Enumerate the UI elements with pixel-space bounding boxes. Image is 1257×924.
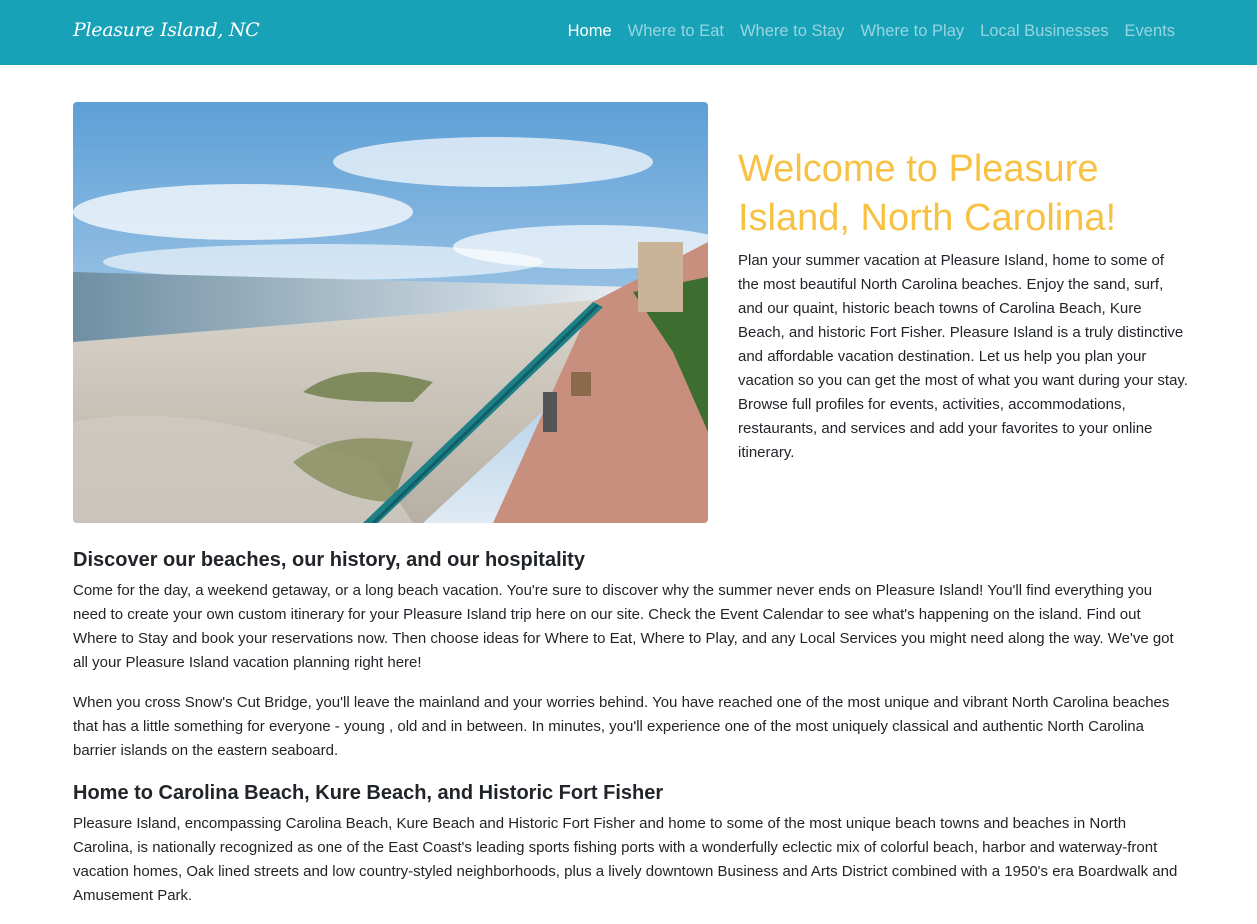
nav-link-events[interactable]: Events (1125, 22, 1175, 41)
main-content: Discover our beaches, our history, and o… (73, 546, 1185, 924)
discover-paragraph-2: When you cross Snow's Cut Bridge, you'll… (73, 694, 1170, 759)
navbar: Pleasure Island, NC Home Where to Eat Wh… (0, 0, 1257, 65)
nav-link-home[interactable]: Home (568, 22, 612, 41)
main-nav: Home Where to Eat Where to Stay Where to… (568, 22, 1175, 41)
page-title: Welcome to Pleasure Island, North Caroli… (738, 148, 1117, 239)
nav-link-where-to-eat[interactable]: Where to Eat (628, 22, 724, 41)
discover-paragraph-1: Come for the day, a weekend getaway, or … (73, 582, 1174, 671)
welcome-intro: Plan your summer vacation at Pleasure Is… (738, 252, 1188, 461)
nav-link-local-businesses[interactable]: Local Businesses (980, 22, 1108, 41)
hero-beach-image (73, 102, 708, 523)
section-heading-home: Home to Carolina Beach, Kure Beach, and … (73, 782, 664, 804)
beach-boardwalk-photo (73, 102, 708, 523)
home-paragraph-1: Pleasure Island, encompassing Carolina B… (73, 815, 1178, 904)
nav-link-where-to-stay[interactable]: Where to Stay (740, 22, 845, 41)
section-heading-discover: Discover our beaches, our history, and o… (73, 549, 585, 571)
nav-link-where-to-play[interactable]: Where to Play (861, 22, 965, 41)
welcome-panel: Welcome to Pleasure Island, North Caroli… (738, 145, 1188, 465)
brand-logo[interactable]: Pleasure Island, NC (73, 19, 260, 41)
